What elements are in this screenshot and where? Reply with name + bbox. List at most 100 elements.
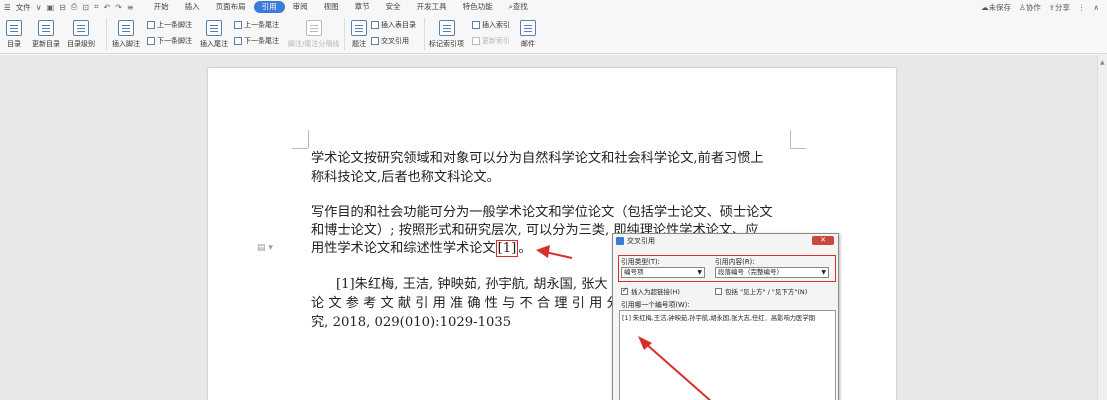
ribbon-divider	[424, 18, 425, 50]
menu-bar: ☰ 文件 ∨ ▣ ⊟ ⎙ ⊡ ⌗ ↶ ↷ ≡ 开始 插入 页面布局 引用 审阅 …	[0, 0, 1107, 14]
tab-view[interactable]: 视图	[316, 1, 347, 13]
update-index-button[interactable]: 更新索引	[472, 36, 510, 46]
cross-ref-button[interactable]: 交叉引用	[371, 36, 409, 46]
insert-hyperlink-label: 插入为超链接(H)	[631, 288, 680, 296]
ref-content-label: 引用内容(R):	[715, 258, 755, 266]
ribbon-divider	[344, 18, 345, 50]
collapse-ribbon-icon[interactable]: ∧	[1094, 3, 1100, 12]
unsaved-label: 未保存	[988, 2, 1011, 12]
next-endnote-label: 下一条尾注	[244, 37, 279, 45]
mail-button[interactable]: 邮件	[520, 20, 536, 49]
update-toc-icon	[38, 20, 54, 36]
next-endnote-button[interactable]: 下一条尾注	[234, 36, 279, 46]
ref-type-value: 编号项	[624, 268, 644, 276]
dropdown-arrow-icon: ▼	[821, 269, 826, 276]
dropdown-arrow-icon: ▼	[697, 269, 702, 276]
collab-button[interactable]: ♙协作	[1019, 2, 1041, 13]
insert-endnote-button[interactable]: 插入尾注	[200, 20, 228, 49]
scroll-up-icon[interactable]: ▲	[1100, 59, 1105, 66]
reference-line-1: [1]朱红梅, 王洁, 钟映茹, 孙宇航, 胡永国, 张大	[336, 277, 608, 292]
prev-endnote-label: 上一条尾注	[244, 21, 279, 29]
reference-line-3: 究, 2018, 029(010):1029-1035	[311, 315, 512, 330]
next-footnote-button[interactable]: 下一条脚注	[147, 36, 192, 46]
ribbon-tabs: 开始 插入 页面布局 引用 审阅 视图 章节 安全 开发工具 特色功能 ⌕查找	[146, 1, 536, 13]
user-icon: ♙	[1018, 2, 1026, 12]
tab-page-layout[interactable]: 页面布局	[208, 1, 254, 13]
save-icon[interactable]: ▣	[47, 3, 55, 12]
mail-label: 邮件	[521, 40, 535, 48]
prev-footnote-icon	[147, 21, 155, 29]
checkbox-unchecked-icon	[715, 287, 722, 295]
prev-endnote-icon	[234, 21, 242, 29]
update-index-label: 更新索引	[482, 37, 510, 45]
toc-level-button[interactable]: 目录级别	[67, 20, 95, 49]
dialog-title: 交叉引用	[627, 237, 655, 245]
ref-type-select[interactable]: 编号项 ▼	[621, 267, 705, 278]
more-icon[interactable]: ⋮	[1078, 3, 1086, 12]
search-label: 查找	[512, 2, 528, 11]
tab-review[interactable]: 审阅	[285, 1, 316, 13]
tab-section[interactable]: 章节	[347, 1, 378, 13]
insert-hyperlink-checkbox[interactable]: 插入为超链接(H)	[621, 286, 680, 296]
dialog-title-bar[interactable]: 交叉引用	[613, 234, 838, 248]
hamburger-icon[interactable]: ☰	[4, 3, 11, 12]
toc-button[interactable]: 目录	[6, 20, 22, 49]
prev-footnote-label: 上一条脚注	[157, 21, 192, 29]
paragraph-1-line-1: 学术论文按研究领域和对象可以分为自然科学论文和社会科学论文,前者习惯上	[311, 151, 764, 166]
undo-icon[interactable]: ↶	[103, 3, 110, 12]
share-label: 分享	[1055, 2, 1070, 12]
insert-table-toc-button[interactable]: 插入表目录	[371, 20, 416, 30]
tab-developer[interactable]: 开发工具	[409, 1, 455, 13]
insert-table-toc-label: 插入表目录	[381, 21, 416, 29]
toc-label: 目录	[7, 40, 21, 48]
tab-references[interactable]: 引用	[253, 1, 285, 13]
include-above-below-checkbox[interactable]: 包括 "见上方" / "见下方"(N)	[715, 286, 807, 296]
tab-security[interactable]: 安全	[378, 1, 409, 13]
customize-qa-icon[interactable]: ≡	[127, 3, 134, 12]
list-item[interactable]: [1] 朱红梅,王洁,钟映茹,孙宇航,胡永国,张大志,任红．高影响力医学期	[620, 311, 835, 324]
prev-footnote-button[interactable]: 上一条脚注	[147, 20, 192, 30]
cross-reference-dialog: 交叉引用 ✕ 引用类型(T): 编号项 ▼ 引用内容(R): 段落编号（完整编号）…	[612, 233, 839, 400]
mark-index-button[interactable]: 标记索引项	[429, 20, 464, 49]
redo-icon[interactable]: ↷	[115, 3, 122, 12]
update-toc-button[interactable]: 更新目录	[32, 20, 60, 49]
prev-endnote-button[interactable]: 上一条尾注	[234, 20, 279, 30]
numbered-item-list[interactable]: [1] 朱红梅,王洁,钟映茹,孙宇航,胡永国,张大志,任红．高影响力医学期	[619, 310, 836, 400]
file-menu[interactable]: 文件	[16, 2, 31, 13]
preview-icon[interactable]: ⊡	[82, 3, 89, 12]
ribbon-divider	[106, 18, 107, 50]
margin-corner-mark	[308, 130, 309, 148]
ref-type-label: 引用类型(T):	[621, 258, 660, 266]
next-footnote-icon	[147, 37, 155, 45]
ref-content-select[interactable]: 段落编号（完整编号） ▼	[715, 267, 829, 278]
unsaved-status[interactable]: ☁未保存	[981, 2, 1011, 13]
share-button[interactable]: ⇪分享	[1049, 2, 1070, 13]
next-endnote-icon	[234, 37, 242, 45]
vertical-scrollbar[interactable]: ▲	[1097, 55, 1107, 400]
ribbon-references: 目录 更新目录 目录级别 插入脚注 上一条脚注 下一条脚注 插入尾注 上一条尾注…	[0, 14, 1107, 54]
separator-button[interactable]: 脚注/尾注分隔线	[288, 20, 339, 49]
close-button[interactable]: ✕	[812, 236, 834, 245]
margin-corner-mark	[790, 130, 791, 148]
insert-index-button[interactable]: 插入索引	[472, 20, 510, 30]
mail-icon	[520, 20, 536, 36]
format-painter-icon[interactable]: ⌗	[94, 2, 99, 12]
paragraph-handle-icon[interactable]: ▤ ▾	[257, 243, 273, 253]
search-tab[interactable]: ⌕查找	[501, 1, 536, 13]
next-footnote-label: 下一条脚注	[157, 37, 192, 45]
caption-button[interactable]: 题注	[351, 20, 367, 49]
ref-content-value: 段落编号（完整编号）	[718, 268, 783, 276]
chevron-down-icon[interactable]: ∨	[36, 3, 42, 12]
print-icon[interactable]: ⎙	[71, 2, 77, 12]
include-above-below-label: 包括 "见上方" / "见下方"(N)	[725, 288, 808, 296]
margin-corner-mark	[790, 148, 806, 149]
collab-label: 协作	[1025, 2, 1041, 12]
tab-home[interactable]: 开始	[146, 1, 177, 13]
tab-insert[interactable]: 插入	[177, 1, 208, 13]
reference-line-2: 论 文 参 考 文 献 引 用 准 确 性 与 不 合 理 引 用 分	[311, 296, 620, 311]
export-icon[interactable]: ⊟	[59, 3, 66, 12]
citation-marker[interactable]: [1]	[495, 240, 519, 257]
insert-footnote-button[interactable]: 插入脚注	[112, 20, 140, 49]
tab-special[interactable]: 特色功能	[455, 1, 501, 13]
paragraph-2-line-3-end: 。	[518, 241, 532, 256]
